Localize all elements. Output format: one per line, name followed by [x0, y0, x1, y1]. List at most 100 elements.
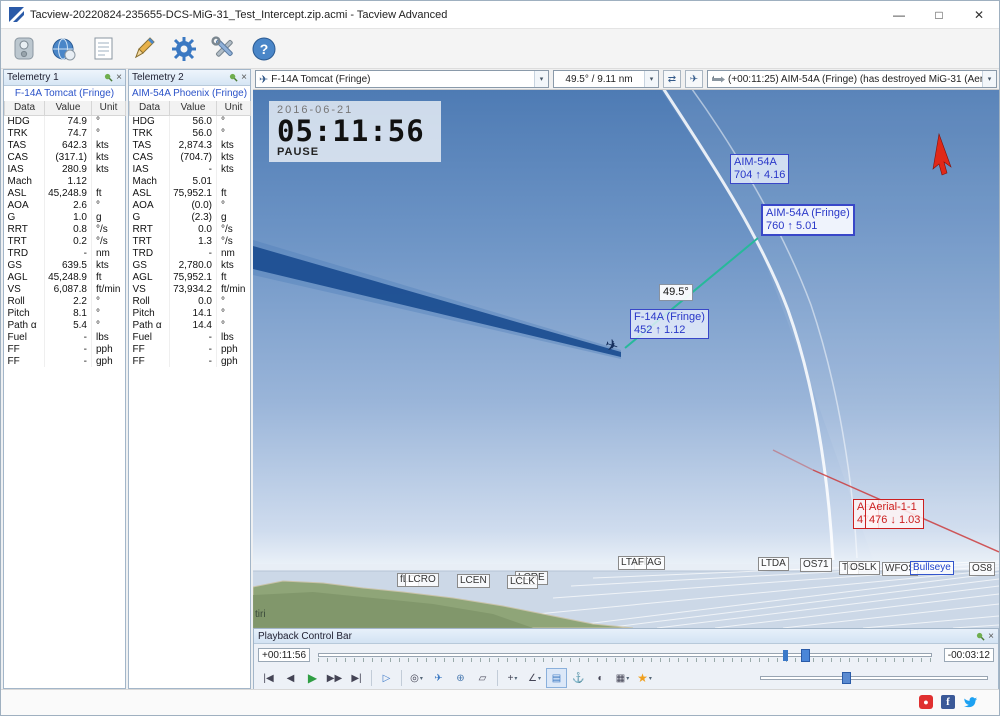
ship-button[interactable]: ⚓ [568, 668, 589, 688]
maximize-button[interactable]: □ [919, 1, 959, 28]
column-header: Data [4, 101, 45, 116]
annotate-pencil-icon[interactable] [129, 34, 159, 64]
telemetry-row: IAS - kts [129, 163, 251, 175]
column-header: Value [169, 101, 217, 116]
ground-label[interactable]: LCEN [457, 574, 490, 588]
primary-object-combo[interactable]: ✈ F-14A Tomcat (Fringe) ▾ [255, 70, 549, 88]
object-label[interactable]: Aerial-1-1 476 ↓ 1.03 [865, 499, 925, 529]
swap-selection-button[interactable]: ⇄ [663, 70, 681, 88]
ground-label[interactable]: LCRO [405, 573, 439, 587]
window-title: Tacview-20220824-235655-DCS-MiG-31_Test_… [30, 8, 448, 21]
ground-label[interactable]: OS8 [969, 562, 996, 576]
telemetry-row: CAS (317.1) kts [4, 151, 126, 163]
aircraft-view-button[interactable]: ✈ [428, 668, 449, 688]
chevron-down-icon[interactable]: ▾ [644, 71, 658, 87]
labels-layer: AIM-54A 704 ↑ 4.16 AIM-54A (Fringe) 760 ↑ 5… [253, 90, 999, 628]
selection-bar: ✈ F-14A Tomcat (Fringe) ▾ 49.5° / 9.11 n… [253, 69, 999, 90]
telemetry-row: GS 639.5 kts [4, 259, 126, 271]
ground-label[interactable]: OS71 [800, 558, 832, 572]
close-button[interactable]: ✕ [959, 1, 999, 28]
telemetry-row: ASL 45,248.9 ft [4, 187, 126, 199]
zoom-camera-button[interactable]: ◎ ▾ [406, 668, 427, 688]
facebook-icon[interactable]: f [941, 695, 955, 709]
telemetry-row: VS 73,934.2 ft/min [129, 283, 251, 295]
settings-gear-icon[interactable] [169, 34, 199, 64]
bearing-range-value: 49.5° / 9.11 nm [565, 73, 633, 85]
telemetry-row: ASL 75,952.1 ft [129, 187, 251, 199]
fast-forward-button[interactable]: ▶▶ [324, 668, 345, 688]
speed-slider[interactable] [760, 671, 988, 685]
close-panel-icon[interactable]: × [241, 73, 247, 83]
telemetry-1-table: Data Value Unit HDG 74.9 ° TRK 74.7 ° TAS 642.3… [4, 101, 126, 367]
missile-icon [712, 75, 725, 83]
timeline-thumb[interactable] [801, 649, 811, 662]
jump-start-button[interactable]: |◀ [258, 668, 279, 688]
pin-icon[interactable] [104, 73, 113, 82]
play-backward-button[interactable]: ◀ [280, 668, 301, 688]
telemetry-row: FF - gph [4, 355, 126, 367]
3d-viewport[interactable]: ✈ 2016-06-21 05:11:56 PAUSE AIM-54A 704 ↑… [253, 90, 999, 628]
playback-control-bar: Playback Control Bar × +00:11:56 -00:03:… [253, 628, 999, 691]
status-bar: ● f [1, 689, 999, 715]
help-icon[interactable]: ? [249, 34, 279, 64]
primary-object-value: F-14A Tomcat (Fringe) [271, 73, 371, 85]
cursor-mode-button[interactable]: + ▾ [502, 668, 523, 688]
notification-icon[interactable]: ● [919, 695, 933, 709]
step-frame-button[interactable]: ▷ [376, 668, 397, 688]
object-label[interactable]: AIM-54A 704 ↑ 4.16 [730, 154, 790, 184]
favorites-button[interactable]: ★ ▾ [634, 668, 655, 688]
ground-label[interactable]: LTAF [618, 556, 647, 570]
telemetry-row: G (2.3) g [129, 211, 251, 223]
telemetry-row: RRT 0.8 °/s [4, 223, 126, 235]
tracking-camera-button[interactable]: ✈ [685, 70, 703, 88]
online-globe-icon[interactable] [49, 34, 79, 64]
transport-group: |◀ ◀ ▶ ▶▶ ▶| ▷ [258, 668, 405, 688]
app-icon [9, 7, 24, 22]
minimize-button[interactable]: — [879, 1, 919, 28]
play-button[interactable]: ▶ [302, 668, 323, 688]
telemetry-row: Mach 1.12 [4, 175, 126, 187]
flight-recorder-icon[interactable] [9, 34, 39, 64]
speed-groove [760, 676, 988, 680]
telemetry-panel-1: Telemetry 1 × F-14A Tomcat (Fringe) Data… [3, 69, 126, 689]
advanced-tools-icon[interactable] [209, 34, 239, 64]
column-header: Data [129, 101, 170, 116]
chevron-down-icon[interactable]: ▾ [534, 71, 548, 87]
window-layout-button[interactable]: ▦ ▾ [612, 668, 633, 688]
chevron-down-icon[interactable]: ▾ [982, 71, 996, 87]
remaining-time: -00:03:12 [943, 648, 994, 662]
ground-label[interactable]: Bullseye [910, 561, 954, 575]
ground-label[interactable]: LTDA [758, 557, 789, 571]
sphere-button[interactable]: ◐ [590, 668, 611, 688]
telemetry-row: Pitch 8.1 ° [4, 307, 126, 319]
elapsed-time: +00:11:56 [258, 648, 311, 662]
jump-end-button[interactable]: ▶| [346, 668, 367, 688]
telemetry-2-title: Telemetry 2 [132, 72, 184, 83]
measure-mode-button[interactable]: ∠ ▾ [524, 668, 545, 688]
eraser-button[interactable]: ▱ [472, 668, 493, 688]
close-panel-icon[interactable]: × [116, 73, 122, 83]
telemetry-row: Roll 2.2 ° [4, 295, 126, 307]
ground-label[interactable]: OSLK [847, 561, 880, 575]
bearing-range-combo[interactable]: 49.5° / 9.11 nm ▾ [553, 70, 659, 88]
pin-icon[interactable] [229, 73, 238, 82]
telemetry-1-header: Telemetry 1 × [4, 70, 125, 86]
telemetry-row: Pitch 14.1 ° [129, 307, 251, 319]
twitter-icon[interactable] [963, 695, 977, 709]
globe-view-button[interactable]: ⊕ [450, 668, 471, 688]
aircraft-icon: ✈ [259, 73, 269, 86]
object-label[interactable]: AIM-54A (Fringe) 760 ↑ 5.01 [761, 204, 855, 236]
object-label[interactable]: 49.5° [659, 284, 693, 301]
separator [401, 670, 402, 686]
timeline-track[interactable] [318, 649, 932, 662]
object-label[interactable]: F-14A (Fringe) 452 ↑ 1.12 [630, 309, 709, 339]
telemetry-row: TRD - nm [129, 247, 251, 259]
secondary-object-combo[interactable]: (+00:11:25) AIM-54A (Fringe) (has destro… [707, 70, 997, 88]
ground-label[interactable]: LCLK [507, 575, 539, 589]
layers-button[interactable]: ▤ [546, 668, 567, 688]
telemetry-row: TAS 2,874.3 kts [129, 139, 251, 151]
flight-log-icon[interactable] [89, 34, 119, 64]
close-panel-icon[interactable]: × [988, 631, 994, 641]
speed-thumb[interactable] [842, 672, 852, 684]
pin-icon[interactable] [976, 632, 985, 641]
